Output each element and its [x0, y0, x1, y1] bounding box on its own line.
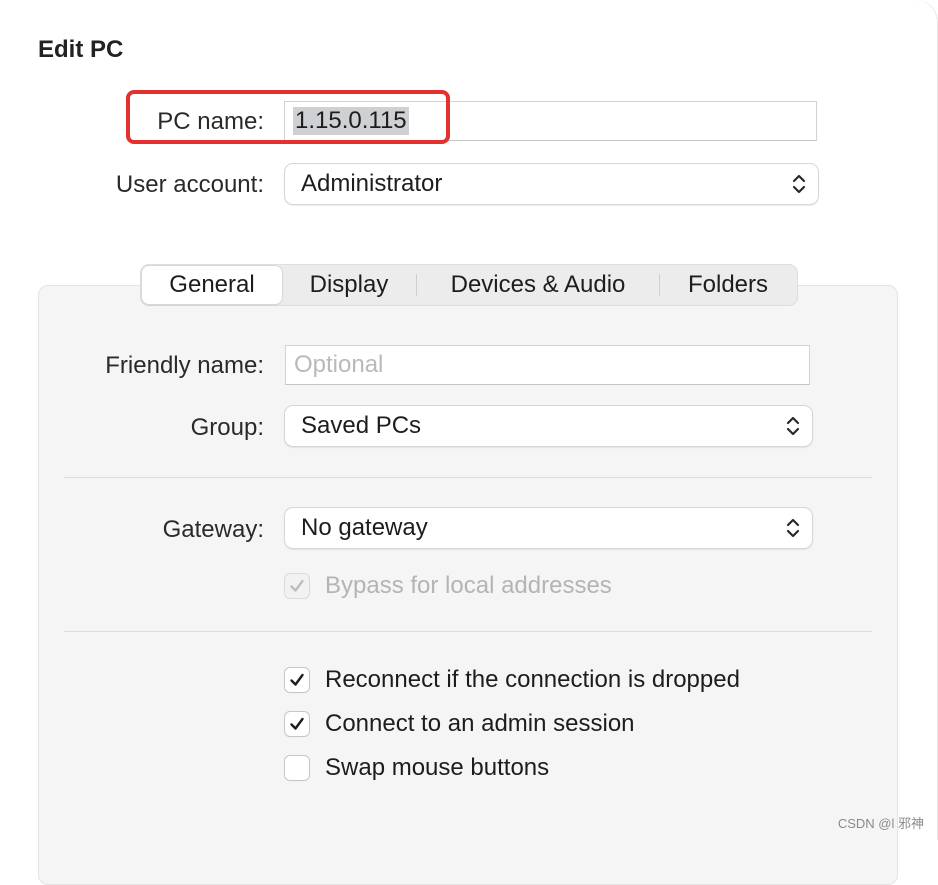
group-label: Group:: [190, 414, 264, 441]
checkmark-icon: [290, 673, 304, 686]
edit-pc-dialog: Edit PC PC name: 1.15.0.115 User account…: [0, 0, 938, 885]
friendly-name-field[interactable]: Optional: [285, 345, 810, 385]
admin-session-row[interactable]: Connect to an admin session: [285, 710, 635, 738]
tab-display[interactable]: Display: [282, 266, 416, 304]
friendly-name-label: Friendly name:: [105, 352, 264, 379]
user-account-popup[interactable]: Administrator: [285, 164, 818, 204]
tab-folders[interactable]: Folders: [660, 266, 796, 304]
checkmark-icon: [290, 579, 304, 592]
group-popup[interactable]: Saved PCs: [285, 406, 812, 446]
reconnect-label: Reconnect if the connection is dropped: [325, 666, 740, 693]
chevron-up-down-icon: [792, 174, 806, 194]
swap-mouse-row[interactable]: Swap mouse buttons: [285, 754, 549, 782]
swap-mouse-label: Swap mouse buttons: [325, 754, 550, 781]
bypass-local-checkbox: [285, 574, 309, 598]
chevron-up-down-icon: [786, 518, 800, 538]
section-divider: [64, 631, 872, 632]
tab-devices-audio[interactable]: Devices & Audio: [417, 266, 659, 304]
user-account-value: Administrator: [301, 170, 443, 197]
admin-session-checkbox[interactable]: [285, 712, 309, 736]
friendly-name-placeholder: Optional: [294, 351, 384, 378]
admin-session-label: Connect to an admin session: [325, 710, 635, 737]
bypass-local-row: Bypass for local addresses: [285, 572, 612, 600]
watermark-text: CSDN @l 邪神: [837, 816, 924, 831]
dialog-title: Edit PC: [38, 36, 124, 63]
bypass-local-label: Bypass for local addresses: [325, 572, 612, 599]
tab-bar: General Display Devices & Audio Folders: [140, 264, 798, 306]
group-value: Saved PCs: [301, 412, 422, 439]
checkmark-icon: [290, 717, 304, 730]
user-account-label: User account:: [115, 171, 264, 198]
section-divider: [64, 477, 872, 478]
gateway-label: Gateway:: [162, 516, 264, 543]
tab-general[interactable]: General: [142, 266, 282, 304]
swap-mouse-checkbox[interactable]: [285, 756, 309, 780]
chevron-up-down-icon: [786, 416, 800, 436]
gateway-popup[interactable]: No gateway: [285, 508, 812, 548]
reconnect-row[interactable]: Reconnect if the connection is dropped: [285, 666, 740, 694]
gateway-value: No gateway: [301, 514, 428, 541]
red-highlight-box: [126, 90, 450, 144]
reconnect-checkbox[interactable]: [285, 668, 309, 692]
